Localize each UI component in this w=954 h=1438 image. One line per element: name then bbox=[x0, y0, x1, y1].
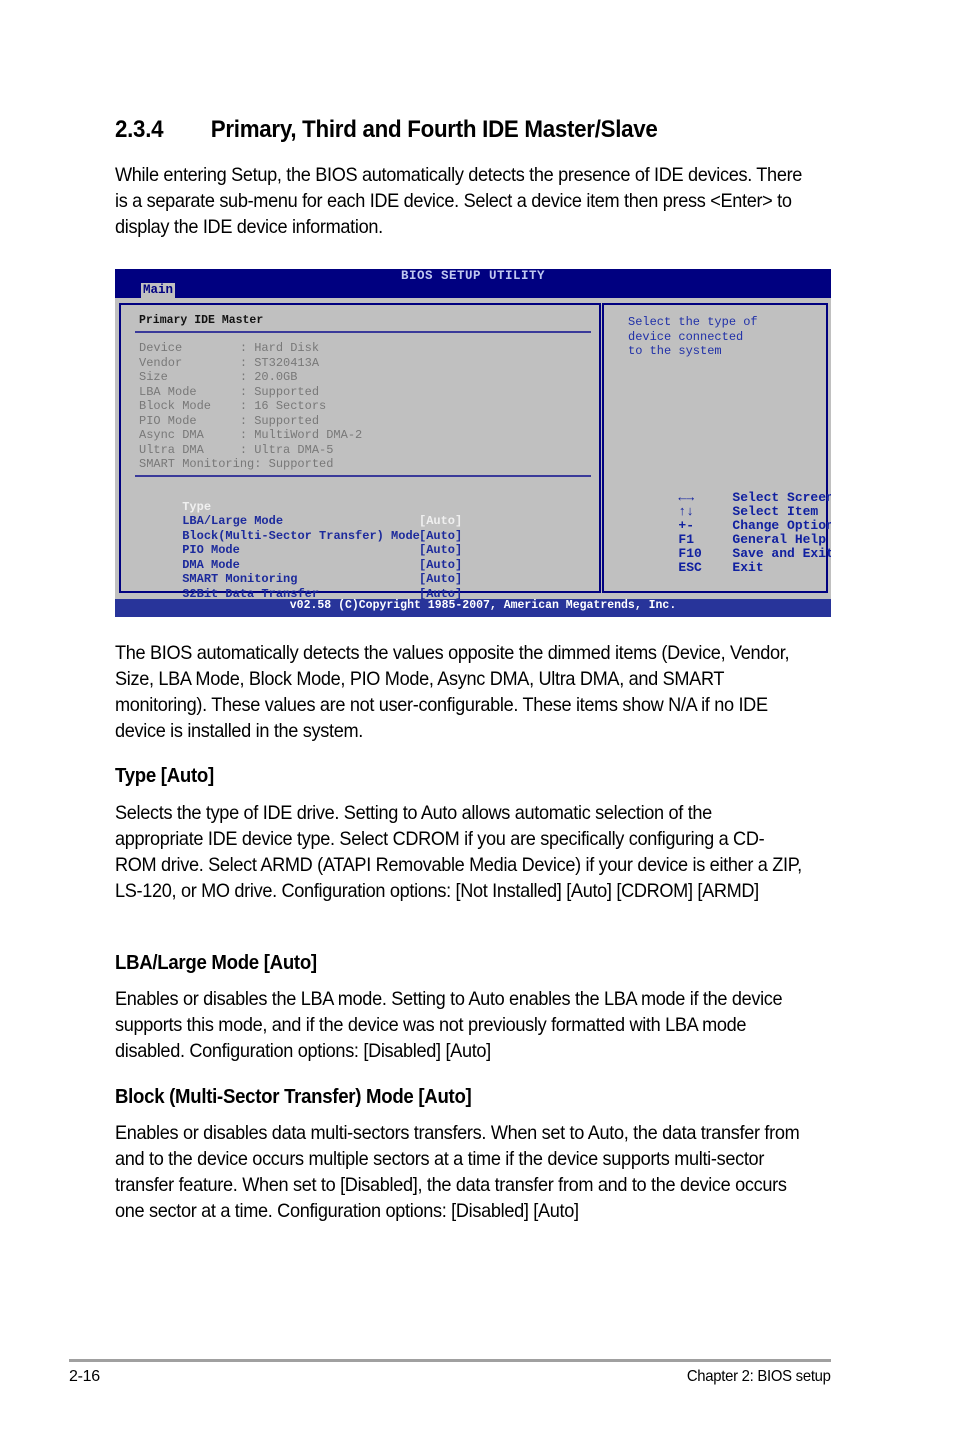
key-action: Select Screen bbox=[732, 490, 831, 505]
key-legend: ←→ Select Screen ↑↓ Select Item +- Change O… bbox=[616, 477, 831, 575]
key-f1: F1 bbox=[678, 532, 695, 547]
footer-divider bbox=[69, 1359, 831, 1362]
info-row-ultra-dma: Ultra DMA : Ultra DMA-5 bbox=[139, 442, 334, 457]
key-action: General Help bbox=[732, 532, 827, 547]
info-row-lba-mode: LBA Mode : Supported bbox=[139, 384, 320, 399]
key-row-select-screen: ←→ Select Screen bbox=[616, 477, 831, 505]
divider bbox=[135, 331, 591, 333]
bios-help-panel: Select the type of device connected to t… bbox=[602, 303, 831, 593]
key-action: Change Option bbox=[732, 518, 831, 533]
key-action: Save and Exit bbox=[732, 546, 831, 561]
heading-block-mode: Block (Multi-Sector Transfer) Mode [Auto… bbox=[115, 1086, 472, 1108]
section-number: 2.3.4 bbox=[115, 116, 164, 143]
info-row-smart-monitoring: SMART Monitoring: Supported bbox=[139, 457, 334, 471]
plus-minus-icon: +- bbox=[678, 518, 695, 533]
chapter-label: Chapter 2: BIOS setup bbox=[687, 1368, 831, 1385]
bios-tab-main[interactable]: Main bbox=[141, 283, 176, 298]
block-mode-description: Enables or disables data multi-sectors t… bbox=[115, 1122, 800, 1222]
bios-header-bar: BIOS SETUP UTILITY Main bbox=[115, 269, 831, 298]
detect-paragraph: The BIOS automatically detects the value… bbox=[115, 642, 790, 742]
section-title-text: Primary, Third and Fourth IDE Master/Sla… bbox=[210, 116, 658, 143]
type-description: Selects the type of IDE drive. Setting t… bbox=[115, 802, 802, 902]
key-esc: ESC bbox=[678, 560, 702, 575]
lba-description: Enables or disables the LBA mode. Settin… bbox=[115, 988, 783, 1062]
submenu-title: Primary IDE Master bbox=[139, 314, 264, 327]
info-row-block-mode: Block Mode : 16 Sectors bbox=[139, 399, 327, 413]
page-number: 2-16 bbox=[69, 1368, 100, 1385]
key-action: Select Item bbox=[732, 504, 819, 519]
bios-title: BIOS SETUP UTILITY bbox=[400, 269, 546, 283]
info-row-size: Size : 20.0GB bbox=[139, 370, 298, 384]
copyright-text: v02.58 (C)Copyright 1985-2007, American … bbox=[289, 599, 677, 612]
info-row-async-dma: Async DMA : MultiWord DMA-2 bbox=[139, 428, 363, 442]
key-f10: F10 bbox=[678, 546, 702, 561]
heading-lba-large-mode: LBA/Large Mode [Auto] bbox=[115, 952, 317, 974]
info-row-vendor: Vendor : ST320413A bbox=[139, 355, 320, 370]
divider bbox=[135, 475, 591, 477]
bios-settings-panel: Primary IDE Master Device : Hard Disk Ve… bbox=[119, 303, 601, 615]
up-down-arrows-icon: ↑↓ bbox=[678, 504, 695, 519]
info-row-pio-mode: PIO Mode : Supported bbox=[139, 413, 320, 428]
help-text: Select the type of device connected to t… bbox=[628, 315, 758, 358]
left-right-arrows-icon: ←→ bbox=[678, 490, 695, 505]
info-row-device: Device : Hard Disk bbox=[139, 341, 320, 355]
bios-copyright-bar: v02.58 (C)Copyright 1985-2007, American … bbox=[115, 599, 831, 617]
intro-paragraph: While entering Setup, the BIOS automatic… bbox=[115, 164, 803, 238]
bios-screenshot: BIOS SETUP UTILITY Main Primary IDE Mast… bbox=[115, 269, 831, 617]
heading-type: Type [Auto] bbox=[115, 765, 214, 787]
section-heading: 2.3.4 Primary, Third and Fourth IDE Maste… bbox=[115, 116, 658, 144]
key-action: Exit bbox=[732, 560, 764, 575]
